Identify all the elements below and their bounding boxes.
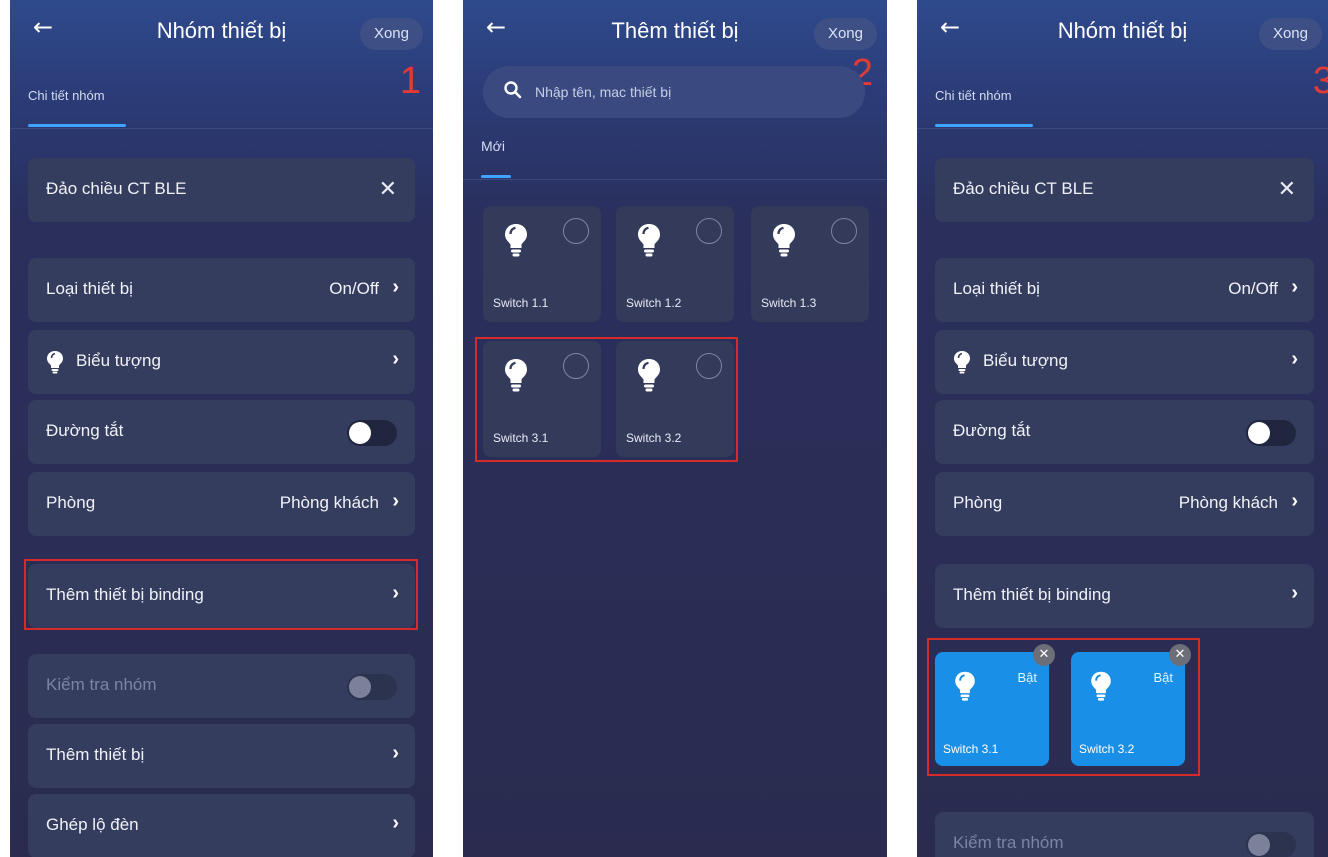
device-name: Switch 1.2 [626, 296, 682, 310]
device-tile[interactable]: Switch 1.1 [483, 206, 601, 322]
check-group-toggle[interactable] [1246, 832, 1296, 857]
bulb-icon [954, 351, 970, 374]
screen-group-details-bound: ← Nhóm thiết bị Xong 3 Chi tiết nhóm Đảo… [917, 0, 1328, 857]
shortcut-row: Đường tắt [28, 400, 415, 464]
room-value: Phòng khách [279, 493, 379, 512]
divider [463, 179, 887, 180]
divider [10, 128, 433, 129]
device-tile[interactable]: Switch 1.3 [751, 206, 869, 322]
group-name-field[interactable]: Đảo chiều CT BLE ✕ [935, 158, 1314, 222]
add-device-label: Thêm thiết bị [46, 745, 145, 764]
top-bar: ← Thêm thiết bị Xong [463, 0, 887, 60]
icon-label: Biểu tượng [983, 351, 1068, 370]
select-checkbox[interactable] [696, 218, 722, 244]
device-tile[interactable]: Switch 1.2 [616, 206, 734, 322]
search-icon [504, 81, 522, 99]
room-row[interactable]: Phòng Phòng khách › [28, 472, 415, 536]
select-checkbox[interactable] [563, 218, 589, 244]
bulb-icon [771, 222, 797, 258]
search-placeholder: Nhập tên, mac thiết bị [535, 84, 672, 100]
group-name-value: Đảo chiều CT BLE [953, 179, 1094, 198]
device-name: Switch 1.3 [761, 296, 817, 310]
group-name-field[interactable]: Đảo chiều CT BLE ✕ [28, 158, 415, 222]
top-bar: ← Nhóm thiết bị Xong [917, 0, 1328, 60]
select-checkbox[interactable] [831, 218, 857, 244]
shortcut-label: Đường tắt [953, 421, 1031, 440]
bulb-icon [47, 351, 63, 374]
tab-indicator [481, 175, 511, 178]
device-type-label: Loại thiết bị [46, 279, 133, 298]
highlight-box [927, 638, 1200, 776]
device-type-value: On/Off [1228, 279, 1278, 298]
merge-lights-row[interactable]: Ghép lộ đèn › [28, 794, 415, 857]
chevron-right-icon: › [392, 348, 399, 370]
room-row[interactable]: Phòng Phòng khách › [935, 472, 1314, 536]
highlight-box [24, 559, 418, 630]
add-binding-device-label: Thêm thiết bị binding [953, 585, 1111, 604]
chevron-right-icon: › [392, 490, 399, 512]
room-value: Phòng khách [1178, 493, 1278, 512]
step-number: 1 [399, 60, 421, 102]
icon-row[interactable]: Biểu tượng › [28, 330, 415, 394]
divider [917, 128, 1328, 129]
group-name-value: Đảo chiều CT BLE [46, 179, 187, 198]
chevron-right-icon: › [1291, 490, 1298, 512]
clear-icon[interactable]: ✕ [379, 176, 397, 202]
shortcut-toggle[interactable] [347, 420, 397, 446]
tab-group-details[interactable]: Chi tiết nhóm [935, 88, 1012, 103]
device-type-row[interactable]: Loại thiết bị On/Off › [28, 258, 415, 322]
done-button[interactable]: Xong [813, 18, 877, 50]
check-group-label: Kiểm tra nhóm [953, 833, 1064, 852]
tab-group-details[interactable]: Chi tiết nhóm [28, 88, 105, 103]
add-binding-device-row[interactable]: Thêm thiết bị binding › [935, 564, 1314, 628]
search-input[interactable]: Nhập tên, mac thiết bị [483, 66, 865, 118]
step-number: 3 [1312, 60, 1328, 102]
chevron-right-icon: › [1291, 348, 1298, 370]
tab-indicator [28, 124, 126, 127]
highlight-box [475, 337, 738, 462]
room-label: Phòng [953, 493, 1003, 512]
check-group-label: Kiểm tra nhóm [46, 675, 157, 694]
chevron-right-icon: › [392, 742, 399, 764]
check-group-row: Kiểm tra nhóm [28, 654, 415, 718]
shortcut-label: Đường tắt [46, 421, 124, 440]
bulb-icon [503, 222, 529, 258]
tab-new[interactable]: Mới [481, 138, 505, 154]
icon-label: Biểu tượng [76, 351, 161, 370]
chevron-right-icon: › [1291, 276, 1298, 298]
device-type-value: On/Off [329, 279, 379, 298]
merge-lights-label: Ghép lộ đèn [46, 815, 139, 834]
device-type-label: Loại thiết bị [953, 279, 1040, 298]
check-group-row: Kiểm tra nhóm [935, 812, 1314, 857]
top-bar: ← Nhóm thiết bị Xong [10, 0, 433, 60]
chevron-right-icon: › [392, 276, 399, 298]
shortcut-row: Đường tắt [935, 400, 1314, 464]
icon-row[interactable]: Biểu tượng › [935, 330, 1314, 394]
device-type-row[interactable]: Loại thiết bị On/Off › [935, 258, 1314, 322]
done-button[interactable]: Xong [1258, 18, 1322, 50]
bulb-icon [636, 222, 662, 258]
screen-add-device: ← Thêm thiết bị Xong 2 Nhập tên, mac thi… [463, 0, 887, 857]
shortcut-toggle[interactable] [1246, 420, 1296, 446]
done-button[interactable]: Xong [359, 18, 423, 50]
check-group-toggle[interactable] [347, 674, 397, 700]
screen-group-details: ← Nhóm thiết bị Xong 1 Chi tiết nhóm Đảo… [10, 0, 433, 857]
clear-icon[interactable]: ✕ [1278, 176, 1296, 202]
device-name: Switch 1.1 [493, 296, 549, 310]
tab-indicator [935, 124, 1033, 127]
add-device-row[interactable]: Thêm thiết bị › [28, 724, 415, 788]
chevron-right-icon: › [392, 812, 399, 834]
room-label: Phòng [46, 493, 96, 512]
chevron-right-icon: › [1291, 582, 1298, 604]
